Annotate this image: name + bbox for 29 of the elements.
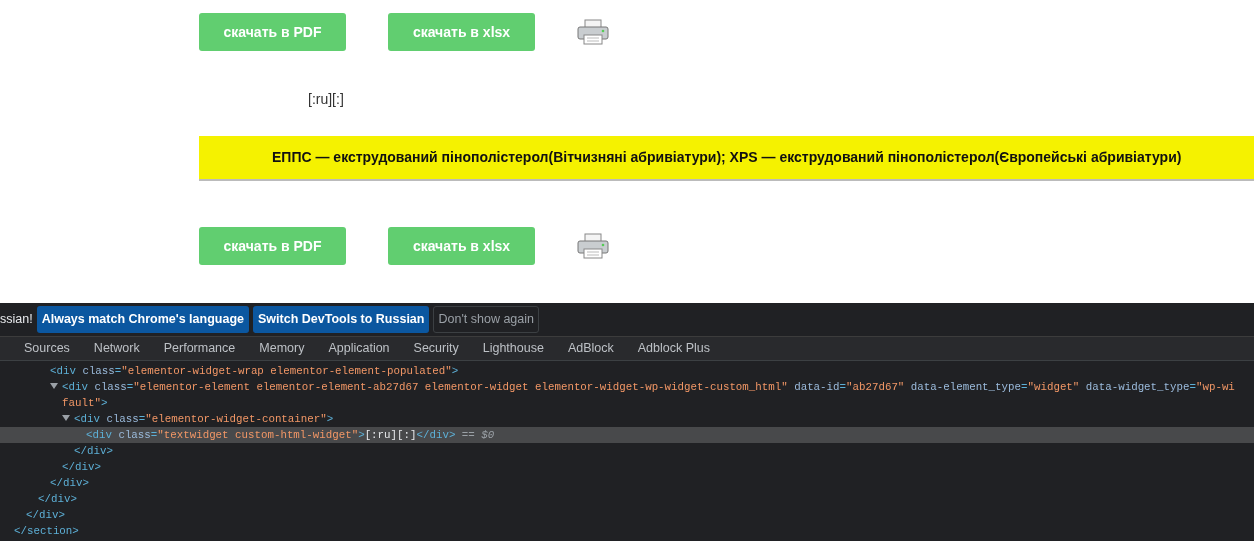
code-line[interactable]: </div>	[74, 445, 113, 457]
infobar-button[interactable]: Don't show again	[433, 306, 539, 333]
devtools-tab[interactable]: Sources	[24, 336, 82, 361]
code-line[interactable]: <div class="elementor-widget-container">	[74, 413, 334, 425]
code-line[interactable]: <div class="elementor-widget-wrap elementor-element-populated">	[50, 365, 459, 377]
printer-icon[interactable]	[577, 19, 609, 45]
shortcode-text: [:ru][:]	[307, 90, 345, 109]
expand-arrow-icon[interactable]	[50, 382, 58, 390]
devtools-tab[interactable]: Memory	[259, 336, 317, 361]
code-line[interactable]: fault">	[62, 397, 108, 409]
code-line[interactable]: </div>	[62, 461, 101, 473]
infobar-button[interactable]: Switch DevTools to Russian	[253, 306, 430, 333]
devtools-tab[interactable]: Security	[413, 336, 471, 361]
devtools-tab[interactable]: Network	[93, 336, 152, 361]
devtools-tab[interactable]: Lighthouse	[482, 336, 556, 361]
code-line[interactable]: </section>	[14, 525, 79, 537]
printer-icon[interactable]	[577, 233, 609, 259]
devtools-tab[interactable]: AdBlock	[567, 336, 626, 361]
code-line[interactable]: </div>	[38, 493, 77, 505]
notice-text: ЕППС — екструдований пінополістерол(Вітчизняні абривіатури); XPS — екструдований пінополістерол(Європейські абривіатури)	[272, 148, 1182, 167]
infobar-message: ssian!	[0, 311, 33, 329]
devtools-tab[interactable]: Adblock Plus	[637, 336, 723, 361]
code-line[interactable]: <div class="elementor-element elementor-element-ab27d67 elementor-widget elementor-widget-wp-widget-custom_html" data-id="ab27d67" data-element_type="widget" data-widget_type="wp-wi	[62, 381, 1235, 393]
expand-arrow-icon[interactable]	[62, 414, 70, 422]
devtools-tab[interactable]: Performance	[163, 336, 248, 361]
infobar-button[interactable]: Always match Chrome's language	[36, 306, 249, 333]
code-line[interactable]: </div>	[50, 477, 89, 489]
code-line[interactable]: </div>	[26, 509, 65, 521]
devtools-tab[interactable]: Application	[328, 336, 402, 361]
